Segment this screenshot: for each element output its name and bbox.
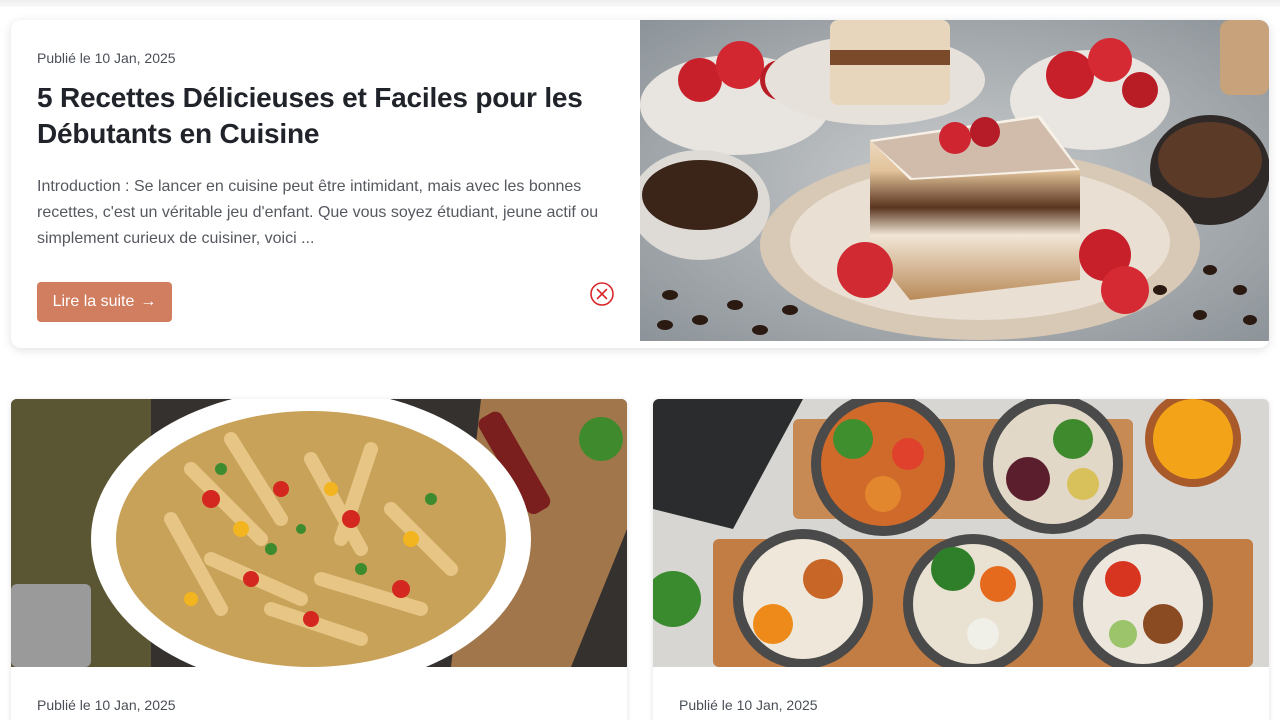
publish-date: Publié le 10 Jan, 2025	[37, 697, 176, 713]
featured-image[interactable]	[640, 20, 1269, 341]
blog-page: Publié le 10 Jan, 2025 5 Recettes Délici…	[0, 0, 1280, 720]
featured-article-card[interactable]: Publié le 10 Jan, 2025 5 Recettes Délici…	[11, 20, 1269, 348]
read-more-button[interactable]: Lire la suite →	[37, 282, 172, 322]
publish-date: Publié le 10 Jan, 2025	[679, 697, 818, 713]
article-card[interactable]: Publié le 10 Jan, 2025	[11, 399, 627, 720]
article-title[interactable]: 5 Recettes Délicieuses et Faciles pour l…	[37, 80, 622, 152]
featured-text: Publié le 10 Jan, 2025 5 Recettes Délici…	[37, 50, 622, 252]
article-image[interactable]	[653, 399, 1269, 667]
top-border	[0, 0, 1280, 7]
article-image[interactable]	[11, 399, 627, 667]
arrow-right-icon: →	[140, 293, 157, 310]
close-circle-icon[interactable]	[589, 281, 615, 307]
publish-date: Publié le 10 Jan, 2025	[37, 50, 176, 66]
read-more-label: Lire la suite	[52, 293, 135, 310]
article-card[interactable]: Publié le 10 Jan, 2025	[653, 399, 1269, 720]
article-excerpt: Introduction : Se lancer en cuisine peut…	[37, 178, 599, 247]
